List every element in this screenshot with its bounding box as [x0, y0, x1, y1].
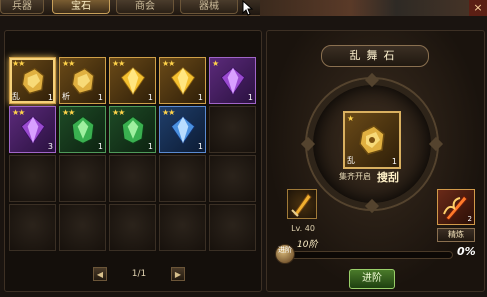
tab-weapons[interactable]: 兵器 — [0, 0, 44, 14]
pager: ◀ 1/1 ▶ — [93, 267, 185, 283]
gem-count: 1 — [197, 142, 203, 151]
gem-count: 1 — [247, 93, 253, 102]
gem-glyph: 乱 — [12, 92, 20, 101]
search-label[interactable]: 搜刮 — [377, 169, 399, 185]
tab-guild[interactable]: 商会 — [116, 0, 174, 14]
advance-orb-icon: 进阶 — [275, 244, 295, 264]
empty-slot[interactable] — [109, 155, 156, 202]
background-scenery — [260, 0, 487, 16]
empty-slot[interactable] — [9, 155, 56, 202]
gem-slot[interactable]: ★★ 析 1 — [59, 57, 106, 104]
upgrade-button[interactable]: 进阶 — [349, 269, 395, 289]
purple-diamond-gem-icon — [220, 66, 245, 95]
empty-slot[interactable] — [59, 155, 106, 202]
empty-slot[interactable] — [159, 204, 206, 251]
gold-rock-gem-icon — [359, 125, 385, 155]
prev-page-button[interactable]: ◀ — [93, 267, 107, 281]
gem-count: 1 — [97, 93, 103, 102]
empty-slot[interactable] — [59, 204, 106, 251]
gem-count: 3 — [47, 142, 53, 151]
level-label: Lv. 40 — [291, 224, 315, 233]
page-indicator: 1/1 — [131, 269, 147, 279]
selected-gem-slot[interactable]: ★ 乱 1 — [343, 111, 401, 169]
gem-slot[interactable]: ★★ 3 — [9, 106, 56, 153]
gem-detail-panel: 乱舞石 ★ 乱 1 集齐开启 搜刮 Lv. 40 2 精炼 10阶 进阶 0% … — [266, 30, 485, 292]
green-emerald-gem-icon — [121, 115, 144, 144]
progress-bar: 进阶 — [275, 244, 453, 264]
blade-icon — [291, 193, 312, 217]
next-page-button[interactable]: ▶ — [171, 267, 185, 281]
gold-rock-gem-icon — [71, 67, 94, 94]
close-button[interactable]: × — [469, 0, 487, 16]
gem-slot[interactable]: ★★ 1 — [159, 106, 206, 153]
gem-slot[interactable]: ★★ 1 — [159, 57, 206, 104]
purple-diamond-gem-icon — [20, 115, 45, 144]
gem-inventory-panel: ★★ 乱 1 ★★ 析 1 ★★ 1 ★★ 1 ★ 1 ★★ 3 ★★ 1 ★★ 1 ★★ 1 ◀ 1/1 ▶ — [4, 30, 262, 292]
tab-machinery[interactable]: 器械 — [180, 0, 238, 14]
gem-stars: ★ — [347, 114, 354, 123]
gem-grid: ★★ 乱 1 ★★ 析 1 ★★ 1 ★★ 1 ★ 1 ★★ 3 ★★ 1 ★★ 1 ★★ 1 — [9, 57, 261, 262]
empty-slot[interactable] — [109, 204, 156, 251]
refine-item-slot[interactable]: 2 — [437, 189, 475, 225]
refine-count: 2 — [467, 215, 472, 223]
green-emerald-gem-icon — [71, 115, 94, 144]
refine-button[interactable]: 精炼 — [437, 228, 475, 242]
empty-slot[interactable] — [209, 204, 256, 251]
gem-glyph: 析 — [62, 92, 70, 101]
mouse-cursor-icon — [242, 0, 254, 16]
progress-track — [283, 251, 453, 259]
gem-count: 1 — [147, 93, 153, 102]
yellow-diamond-gem-icon — [120, 66, 145, 95]
gold-rock-gem-icon — [21, 67, 44, 94]
gem-glyph: 乱 — [347, 156, 355, 165]
gem-slot[interactable]: ★★ 乱 1 — [9, 57, 56, 104]
empty-slot[interactable] — [159, 155, 206, 202]
empty-slot[interactable] — [9, 204, 56, 251]
gem-count: 1 — [391, 157, 397, 166]
gem-slot[interactable]: ★★ 1 — [109, 57, 156, 104]
gem-title: 乱舞石 — [321, 45, 429, 67]
progress-level: 10阶 — [297, 240, 318, 250]
gem-slot[interactable]: ★ 1 — [209, 57, 256, 104]
empty-slot[interactable] — [209, 155, 256, 202]
tab-bar: 兵器 宝石 商会 器械 × — [0, 0, 487, 16]
empty-slot[interactable] — [209, 106, 256, 153]
gem-count: 1 — [147, 142, 153, 151]
weapon-item-slot[interactable] — [287, 189, 317, 219]
collect-status: 集齐开启 — [339, 172, 371, 181]
gem-slot[interactable]: ★★ 1 — [109, 106, 156, 153]
progress-percent: 0% — [457, 245, 476, 258]
yellow-diamond-gem-icon — [170, 66, 195, 95]
gem-count: 1 — [197, 93, 203, 102]
blue-diamond-gem-icon — [170, 115, 195, 144]
gem-count: 1 — [47, 93, 53, 102]
gem-count: 1 — [97, 142, 103, 151]
tab-gems[interactable]: 宝石 — [52, 0, 110, 14]
gem-slot[interactable]: ★★ 1 — [59, 106, 106, 153]
